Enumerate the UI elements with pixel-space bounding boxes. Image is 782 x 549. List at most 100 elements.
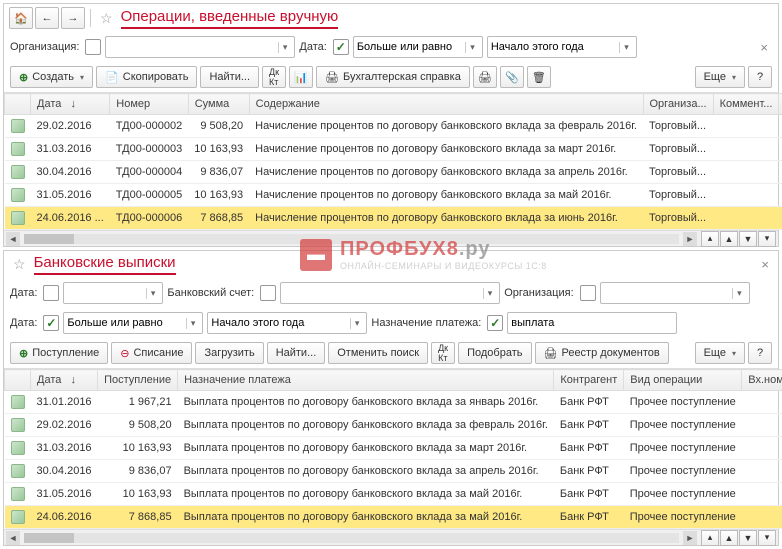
outcome-label: Списание xyxy=(133,347,183,359)
acct-checkbox[interactable] xyxy=(260,285,276,301)
cell-sum: 7 868,85 xyxy=(98,506,178,529)
attach-button[interactable]: 📎 xyxy=(500,66,524,88)
cell-sum: 9 836,07 xyxy=(188,161,249,184)
horizontal-scrollbar[interactable]: ◄► ▴▲▼▾ xyxy=(4,529,778,545)
cell-ctr: Банк РФТ xyxy=(554,506,624,529)
date-label: Дата: xyxy=(10,287,37,299)
table-row[interactable]: 30.04.20169 836,07Выплата процентов по д… xyxy=(5,460,782,483)
col-header[interactable]: Содержание xyxy=(249,94,643,115)
dk-button[interactable]: ДкКт xyxy=(431,342,455,364)
cell-sum: 9 508,20 xyxy=(98,414,178,437)
more-button[interactable]: Еще▾ xyxy=(695,342,745,364)
load-button[interactable]: Загрузить xyxy=(195,342,263,364)
find-button[interactable]: Найти... xyxy=(200,66,259,88)
col-header[interactable] xyxy=(5,94,31,115)
table-row[interactable]: 31.01.20161 967,21Выплата процентов по д… xyxy=(5,391,782,414)
income-button[interactable]: ⊕Поступление xyxy=(10,342,108,364)
close-button[interactable]: × xyxy=(756,40,772,55)
income-label: Поступление xyxy=(32,347,99,359)
print-button[interactable]: 🖨 xyxy=(473,66,497,88)
cancel-search-button[interactable]: Отменить поиск xyxy=(328,342,428,364)
favorite-icon[interactable]: ☆ xyxy=(100,10,113,27)
acct-input[interactable]: ▾ xyxy=(280,282,500,304)
table-row[interactable]: 31.03.201610 163,93Выплата процентов по … xyxy=(5,437,782,460)
org-label: Организация: xyxy=(10,41,79,53)
date-input[interactable]: ▾ xyxy=(63,282,163,304)
date2-val-select[interactable]: ▾ xyxy=(207,312,367,334)
col-header[interactable]: Вх.ном xyxy=(742,370,782,391)
forward-button[interactable]: → xyxy=(61,7,85,29)
registry-button[interactable]: 🖨Реестр документов xyxy=(535,342,669,364)
more-button[interactable]: Еще▾ xyxy=(695,66,745,88)
date2-checkbox[interactable] xyxy=(43,315,59,331)
close-button[interactable]: × xyxy=(757,257,773,272)
purpose-checkbox[interactable] xyxy=(487,315,503,331)
cell-date: 31.03.2016 xyxy=(31,138,110,161)
table-row[interactable]: 29.02.20169 508,20Выплата процентов по д… xyxy=(5,414,782,437)
col-header[interactable]: Контрагент xyxy=(554,370,624,391)
table-row[interactable]: 31.05.2016ТД00-00000510 163,93Начисление… xyxy=(5,184,782,207)
date-op-select[interactable]: ▾ xyxy=(353,36,483,58)
cell-sum: 10 163,93 xyxy=(188,184,249,207)
cell-comment xyxy=(713,138,779,161)
org-checkbox[interactable] xyxy=(85,39,101,55)
col-header[interactable]: Дата ↓ xyxy=(31,370,98,391)
favorite-icon[interactable]: ☆ xyxy=(13,256,26,273)
pick-button[interactable]: Подобрать xyxy=(458,342,531,364)
acc-report-button[interactable]: 🖨Бухгалтерская справка xyxy=(316,66,470,88)
home-button[interactable]: 🏠 xyxy=(9,7,33,29)
chart-button[interactable]: 📊 xyxy=(289,66,313,88)
col-header[interactable]: Номер xyxy=(110,94,188,115)
col-header[interactable]: Назначение платежа xyxy=(178,370,554,391)
outcome-button[interactable]: ⊖Списание xyxy=(111,342,192,364)
create-button[interactable]: ⊕Создать▾ xyxy=(10,66,93,88)
table-row[interactable]: 24.06.20167 868,85Выплата процентов по д… xyxy=(5,506,782,529)
cell-inc-num xyxy=(742,414,782,437)
date2-op-select[interactable]: ▾ xyxy=(63,312,203,334)
org-input[interactable]: ▾ xyxy=(105,36,295,58)
copy-label: Скопировать xyxy=(123,71,189,83)
dk-button[interactable]: ДкКт xyxy=(262,66,286,88)
col-header[interactable]: Поступление xyxy=(98,370,178,391)
copy-button[interactable]: 📄Скопировать xyxy=(96,66,197,88)
org-checkbox[interactable] xyxy=(580,285,596,301)
org-input[interactable]: ▾ xyxy=(600,282,750,304)
delete-button[interactable]: 🗑 xyxy=(527,66,551,88)
purpose-input[interactable] xyxy=(507,312,677,334)
cell-ctr: Банк РФТ xyxy=(554,460,624,483)
table-row[interactable]: 30.04.2016ТД00-0000049 836,07Начисление … xyxy=(5,161,782,184)
doc-icon xyxy=(11,418,25,432)
table-row[interactable]: 29.02.2016ТД00-0000029 508,20Начисление … xyxy=(5,115,782,138)
col-header[interactable]: Организа... xyxy=(643,94,713,115)
table-row[interactable]: 31.05.201610 163,93Выплата процентов по … xyxy=(5,483,782,506)
col-header[interactable]: Сумма xyxy=(188,94,249,115)
date-checkbox[interactable] xyxy=(333,39,349,55)
help-button[interactable]: ? xyxy=(748,66,772,88)
cell-ctr: Банк РФТ xyxy=(554,483,624,506)
col-header[interactable]: Коммент... xyxy=(713,94,779,115)
cell-sum: 9 508,20 xyxy=(188,115,249,138)
date-val-select[interactable]: ▾ xyxy=(487,36,637,58)
separator xyxy=(90,9,91,27)
window-toolbar-2: ☆ Банковские выписки × xyxy=(4,251,778,278)
back-button[interactable]: ← xyxy=(35,7,59,29)
find-button[interactable]: Найти... xyxy=(267,342,326,364)
date-checkbox[interactable] xyxy=(43,285,59,301)
table-row[interactable]: 24.06.2016 ...ТД00-0000067 868,85Начисле… xyxy=(5,207,782,230)
nav-buttons[interactable]: ▴▲▼▾ xyxy=(701,231,776,247)
statements-table[interactable]: Дата ↓ПоступлениеНазначение платежаКонтр… xyxy=(4,369,782,529)
filter-row-2: Дата: ▾ ▾ Назначение платежа: xyxy=(4,308,778,338)
col-header[interactable]: Дата ↓ xyxy=(31,94,110,115)
cell-desc: Выплата процентов по договору банковског… xyxy=(178,414,554,437)
col-header[interactable] xyxy=(5,370,31,391)
horizontal-scrollbar[interactable]: ◄► ▴▲▼▾ xyxy=(4,230,778,246)
table-row[interactable]: 31.03.2016ТД00-00000310 163,93Начисление… xyxy=(5,138,782,161)
help-button[interactable]: ? xyxy=(748,342,772,364)
cell-op: Прочее поступление xyxy=(624,391,742,414)
operations-table[interactable]: Дата ↓НомерСуммаСодержаниеОрганиза...Ком… xyxy=(4,93,782,230)
doc-icon xyxy=(11,211,25,225)
cell-op: Прочее поступление xyxy=(624,437,742,460)
col-header[interactable]: Вид операции xyxy=(624,370,742,391)
cell-date: 30.04.2016 xyxy=(31,161,110,184)
acct-label: Банковский счет: xyxy=(167,287,254,299)
